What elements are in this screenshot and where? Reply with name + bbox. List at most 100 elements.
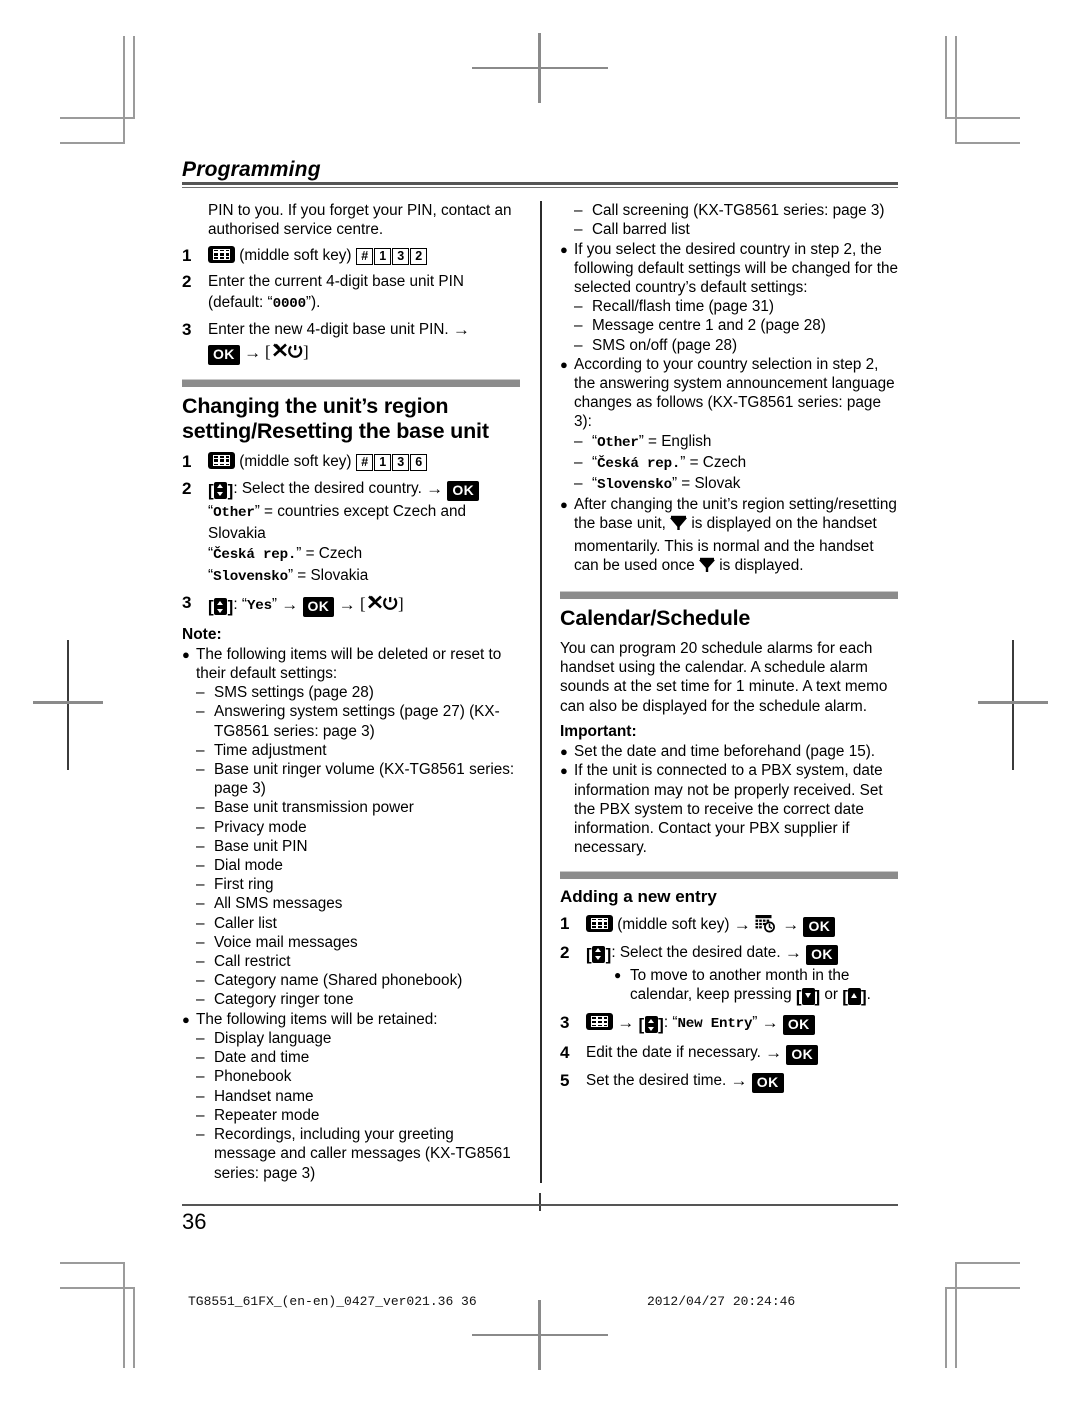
step-text: Enter the current 4-digit base unit PIN … (208, 273, 464, 311)
step-add-5: 5 Set the desired time. → OK (560, 1071, 898, 1093)
option-ceska-desc: = Czech (301, 545, 363, 563)
softkey-label: (middle soft key) (239, 453, 352, 471)
list-item-text: Repeater mode (214, 1106, 320, 1124)
key-3: 3 (392, 454, 410, 472)
note-bullet: ● If you select the desired country in s… (560, 240, 898, 298)
navigator-updown-icon: [] (208, 480, 234, 500)
ok-button: OK (806, 944, 838, 965)
bullet-icon: ● (182, 1011, 190, 1027)
right-column: – Call screening (KX-TG8561 series: page … (538, 201, 898, 1183)
list-item-text: Caller list (214, 914, 277, 932)
antenna-searching-icon (670, 515, 687, 536)
ok-button: OK (782, 1015, 815, 1036)
note-bullet: ● The following items will be deleted or… (182, 645, 520, 683)
list-item: – Recordings, including your greeting mes… (182, 1125, 520, 1183)
softkey-label: (middle soft key) (617, 915, 730, 933)
lang-option-ceska: Česká rep. (597, 455, 681, 472)
antenna-in-range-icon (699, 557, 715, 578)
dash-icon: – (196, 1049, 205, 1067)
note-bullet: ● The following items will be retained: (182, 1010, 520, 1029)
registration-mark-bottom-center-h (472, 1334, 608, 1336)
arrow-icon: → (338, 595, 356, 615)
step-add-2: 2 []: Select the desired date. → OK ● To… (560, 943, 898, 1008)
list-item: – Recall/flash time (page 31) (560, 297, 898, 316)
list-item: – Display language (182, 1029, 520, 1048)
list-item: – Call barred list (560, 220, 898, 239)
lang-option-slovensko-desc: = Slovak (677, 475, 741, 493)
navigator-down-icon: [] (795, 987, 821, 1007)
section-divider-bar (182, 379, 520, 388)
registration-mark-left-h (33, 701, 103, 704)
list-item: – Call screening (KX-TG8561 series: page … (560, 201, 898, 220)
crop-mark-bottom-right-v (955, 1262, 957, 1368)
list-item: – Category name (Shared phonebook) (182, 971, 520, 990)
arrow-icon: → (782, 914, 800, 934)
step-pin-2: 2 Enter the current 4-digit base unit PI… (182, 272, 520, 314)
list-item: – Caller list (182, 914, 520, 933)
registration-mark-top-center-h (472, 67, 608, 69)
arrow-icon: → (617, 1013, 635, 1033)
step-add-4: 4 Edit the date if necessary. → OK (560, 1043, 898, 1065)
list-item-text: Time adjustment (214, 741, 327, 759)
arrow-icon: → (733, 914, 751, 934)
two-column-body: PIN to you. If you forget your PIN, cont… (182, 201, 898, 1183)
dash-icon: – (196, 914, 205, 932)
key-1: 1 (374, 247, 392, 265)
list-item-text: Base unit transmission power (214, 799, 414, 817)
list-item-text: Call screening (KX-TG8561 series: page 3… (592, 202, 885, 220)
step-text: Enter the new 4-digit base unit PIN. (208, 321, 449, 339)
list-item: – Message centre 1 and 2 (page 28) (560, 316, 898, 335)
crop-mark-top-right-v (955, 36, 957, 144)
step-note-or: or (820, 986, 843, 1004)
list-item-text: Recordings, including your greeting mess… (214, 1126, 511, 1182)
list-item: – Date and time (182, 1048, 520, 1067)
list-item-text: Privacy mode (214, 818, 307, 836)
bullet-icon: ● (182, 646, 190, 662)
crop-mark-bottom-right-h (955, 1262, 1020, 1264)
crop-mark-bottom-left-v2 (133, 1288, 135, 1368)
footer-rule (182, 1204, 898, 1206)
arrow-icon: → (426, 478, 444, 498)
step-number: 2 (182, 478, 192, 498)
list-item: – Call restrict (182, 952, 520, 971)
navigator-updown-icon: [] (586, 944, 612, 964)
running-head: Programming (182, 158, 321, 181)
arrow-icon: → (452, 320, 470, 340)
section-title-calendar-schedule: Calendar/Schedule (560, 606, 751, 631)
option-slovensko: Slovensko (213, 568, 288, 585)
step-pin-1: 1 (middle soft key) #1 3 2 (182, 245, 520, 267)
list-item: – Base unit PIN (182, 837, 520, 856)
note-heading: Note: (182, 625, 222, 643)
middle-softkey-icon (208, 245, 235, 263)
crop-mark-bottom-left-h2 (60, 1287, 135, 1289)
section-title-region-setting: Changing the unit’s region setting/Reset… (182, 394, 489, 444)
bullet-icon: ● (560, 241, 568, 257)
list-item: – SMS on/off (page 28) (560, 336, 898, 355)
step-text: Set the desired time. (586, 1071, 727, 1089)
svg-text:[: [ (265, 342, 271, 360)
crop-mark-top-left-v2 (133, 36, 135, 118)
dash-icon: – (196, 818, 205, 836)
dash-icon: – (196, 703, 205, 721)
dash-icon: – (196, 741, 205, 759)
page-content: Programming PIN to you. If you forget yo… (182, 158, 898, 1183)
list-item: – Phonebook (182, 1067, 520, 1086)
dash-icon: – (196, 1106, 205, 1124)
crop-mark-top-left-v (123, 36, 125, 144)
dash-icon: – (574, 453, 583, 471)
calendar-intro-paragraph: You can program 20 schedule alarms for e… (560, 640, 888, 715)
important-heading: Important: (560, 722, 637, 740)
step-number: 3 (182, 320, 192, 340)
ok-button: OK (786, 1044, 819, 1065)
step-add-1: 1 (middle soft key) → → OK (560, 914, 898, 937)
bullet-icon: ● (614, 968, 622, 982)
dash-icon: – (574, 475, 583, 493)
svg-text:[: [ (360, 594, 366, 612)
dash-icon: – (574, 298, 583, 316)
power-off-key-icon: [] (265, 341, 311, 367)
quote-open: : “ (663, 1014, 678, 1032)
step-text: : Select the desired date. (611, 943, 781, 961)
print-footer-left: TG8551_61FX_(en-en)_0427_ver021.36 36 (188, 1294, 477, 1309)
list-item-text: Answering system settings (page 27) (KX-… (214, 703, 500, 740)
crop-mark-top-left-h (60, 117, 135, 119)
